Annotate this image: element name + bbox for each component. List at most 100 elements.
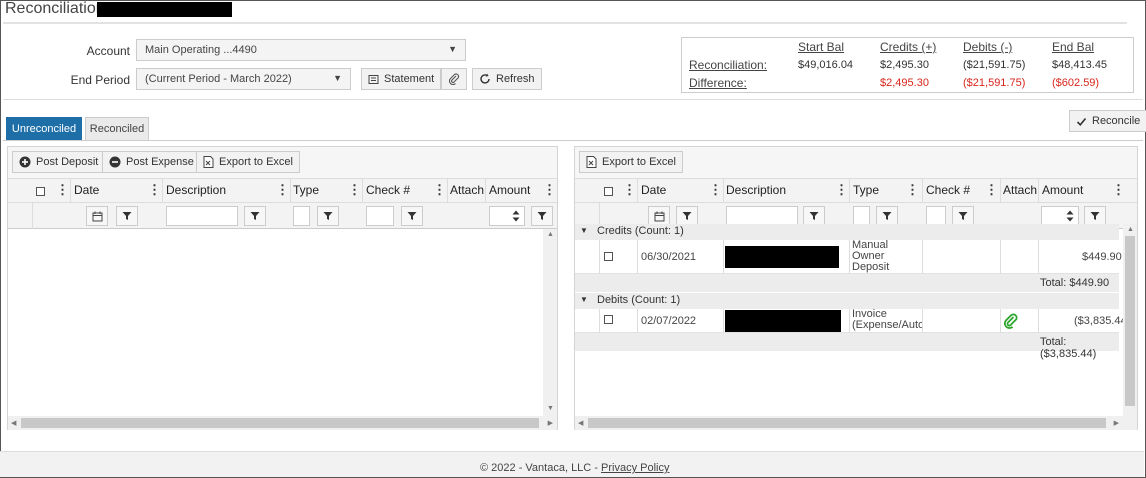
right-scroll-thumb[interactable] bbox=[588, 418, 1106, 428]
column-separator bbox=[637, 309, 638, 333]
amount-filter-button[interactable] bbox=[1084, 206, 1106, 226]
left-export-excel-button[interactable]: Export to Excel bbox=[196, 151, 300, 173]
reconcile-button[interactable]: Reconcile bbox=[1069, 110, 1146, 132]
left-col-description[interactable]: Description bbox=[166, 183, 226, 197]
kebab-icon[interactable]: ⋮ bbox=[906, 182, 919, 198]
account-select[interactable]: Main Operating ...4490 ▼ bbox=[136, 39, 466, 61]
type-filter-input[interactable] bbox=[293, 206, 310, 226]
end-period-select[interactable]: (Current Period - March 2022) ▼ bbox=[136, 68, 351, 90]
right-select-all-checkbox[interactable] bbox=[604, 187, 613, 196]
column-separator bbox=[162, 179, 163, 203]
table-row[interactable]: 06/30/2021 Manual Owner Deposit $449.90 bbox=[575, 240, 1122, 274]
tab-reconciled[interactable]: Reconciled bbox=[85, 117, 149, 140]
kebab-icon[interactable]: ⋮ bbox=[985, 182, 998, 198]
kebab-icon[interactable]: ⋮ bbox=[433, 182, 446, 198]
left-vertical-scrollbar[interactable]: ▲ ▼ bbox=[543, 229, 557, 417]
description-filter-input[interactable] bbox=[166, 206, 238, 226]
type-filter-button[interactable] bbox=[876, 206, 898, 226]
amount-filter-input[interactable] bbox=[489, 206, 525, 226]
left-select-all-checkbox[interactable] bbox=[36, 187, 45, 196]
post-expense-button[interactable]: Post Expense bbox=[102, 151, 201, 173]
right-vertical-scrollbar[interactable]: ▲ bbox=[1123, 224, 1137, 417]
row-checkbox[interactable] bbox=[604, 315, 613, 324]
right-vscroll-thumb[interactable] bbox=[1125, 236, 1135, 406]
right-horizontal-scrollbar[interactable]: ◀ ▶ bbox=[575, 416, 1137, 430]
credits-group-header[interactable]: ▼ Credits (Count: 1) bbox=[575, 224, 1119, 240]
start-bal-value: $49,016.04 bbox=[798, 59, 854, 71]
refresh-button[interactable]: Refresh bbox=[472, 68, 542, 90]
type-filter-button[interactable] bbox=[317, 206, 339, 226]
check-filter-input[interactable] bbox=[366, 206, 394, 226]
right-col-type[interactable]: Type bbox=[853, 183, 879, 197]
description-filter-button[interactable] bbox=[244, 206, 266, 226]
paperclip-icon[interactable] bbox=[1003, 313, 1019, 329]
filter-icon bbox=[682, 212, 692, 220]
kebab-icon[interactable]: ⋮ bbox=[1112, 182, 1125, 198]
left-col-amount[interactable]: Amount bbox=[489, 183, 530, 197]
statement-button[interactable]: Statement bbox=[361, 68, 442, 90]
left-horizontal-scrollbar[interactable]: ◀ ▶ bbox=[8, 416, 557, 430]
description-filter-input[interactable] bbox=[726, 206, 798, 226]
collapse-caret-icon[interactable]: ▼ bbox=[580, 226, 588, 235]
amount-filter-button[interactable] bbox=[531, 206, 553, 226]
kebab-icon[interactable]: ⋮ bbox=[148, 182, 161, 198]
date-filter-button[interactable] bbox=[676, 206, 698, 226]
amount-filter-input[interactable] bbox=[1041, 206, 1079, 226]
left-col-date[interactable]: Date bbox=[74, 183, 99, 197]
statement-label: Statement bbox=[384, 73, 435, 85]
left-col-type[interactable]: Type bbox=[293, 183, 319, 197]
paperclip-icon bbox=[448, 73, 460, 85]
type-filter-input[interactable] bbox=[853, 206, 870, 226]
left-col-check[interactable]: Check # bbox=[366, 183, 410, 197]
kebab-icon[interactable]: ⋮ bbox=[835, 182, 848, 198]
scroll-right-icon[interactable]: ▶ bbox=[548, 419, 553, 427]
kebab-icon[interactable]: ⋮ bbox=[543, 182, 556, 198]
column-separator bbox=[922, 179, 923, 203]
scroll-right-icon[interactable]: ▶ bbox=[1114, 419, 1119, 427]
right-col-attach[interactable]: Attach bbox=[1003, 183, 1037, 197]
column-separator bbox=[1038, 240, 1039, 274]
kebab-icon[interactable]: ⋮ bbox=[276, 182, 289, 198]
difference-label: Difference: bbox=[689, 76, 747, 90]
check-filter-button[interactable] bbox=[401, 206, 423, 226]
right-col-date[interactable]: Date bbox=[641, 183, 666, 197]
right-export-excel-button[interactable]: Export to Excel bbox=[579, 151, 683, 173]
scroll-left-icon[interactable]: ◀ bbox=[11, 419, 16, 427]
credits-group-title: Credits (Count: 1) bbox=[597, 225, 684, 237]
date-filter-button[interactable] bbox=[116, 206, 138, 226]
left-col-attach[interactable]: Attach bbox=[450, 183, 484, 197]
kebab-icon[interactable]: ⋮ bbox=[709, 182, 722, 198]
scroll-left-icon[interactable]: ◀ bbox=[578, 419, 583, 427]
kebab-icon[interactable]: ⋮ bbox=[348, 182, 361, 198]
post-deposit-label: Post Deposit bbox=[36, 156, 99, 168]
row-type-line: (Expense/AutoI bbox=[852, 319, 922, 331]
reconciliation-summary: Start Bal Credits (+) Debits (-) End Bal… bbox=[681, 37, 1134, 93]
kebab-icon[interactable]: ⋮ bbox=[56, 182, 69, 198]
check-filter-input[interactable] bbox=[926, 206, 946, 226]
privacy-policy-link[interactable]: Privacy Policy bbox=[601, 462, 669, 474]
right-col-description[interactable]: Description bbox=[726, 183, 786, 197]
filter-icon bbox=[809, 212, 819, 220]
post-deposit-button[interactable]: Post Deposit bbox=[12, 151, 106, 173]
right-col-check[interactable]: Check # bbox=[926, 183, 970, 197]
redacted-title-block bbox=[97, 2, 232, 17]
kebab-icon[interactable]: ⋮ bbox=[623, 182, 636, 198]
description-filter-button[interactable] bbox=[803, 206, 825, 226]
scroll-up-icon[interactable]: ▲ bbox=[1127, 226, 1134, 233]
left-scroll-thumb[interactable] bbox=[21, 418, 539, 428]
debits-group-header[interactable]: ▼ Debits (Count: 1) bbox=[575, 293, 1119, 309]
right-col-amount[interactable]: Amount bbox=[1042, 183, 1083, 197]
column-separator bbox=[637, 179, 638, 203]
attach-button[interactable] bbox=[441, 68, 467, 90]
collapse-caret-icon[interactable]: ▼ bbox=[580, 295, 588, 304]
scroll-down-icon[interactable]: ▼ bbox=[547, 405, 554, 412]
check-filter-button[interactable] bbox=[952, 206, 974, 226]
date-picker-button[interactable] bbox=[648, 206, 670, 226]
date-picker-button[interactable] bbox=[86, 206, 108, 226]
row-amount: ($3,835.44 bbox=[1074, 315, 1127, 327]
scroll-up-icon[interactable]: ▲ bbox=[547, 231, 554, 238]
tab-unreconciled[interactable]: Unreconciled bbox=[6, 117, 82, 140]
table-row[interactable]: 02/07/2022 Invoice (Expense/AutoI ($3,83… bbox=[575, 309, 1127, 333]
filter-icon bbox=[250, 212, 260, 220]
row-checkbox[interactable] bbox=[604, 252, 613, 261]
